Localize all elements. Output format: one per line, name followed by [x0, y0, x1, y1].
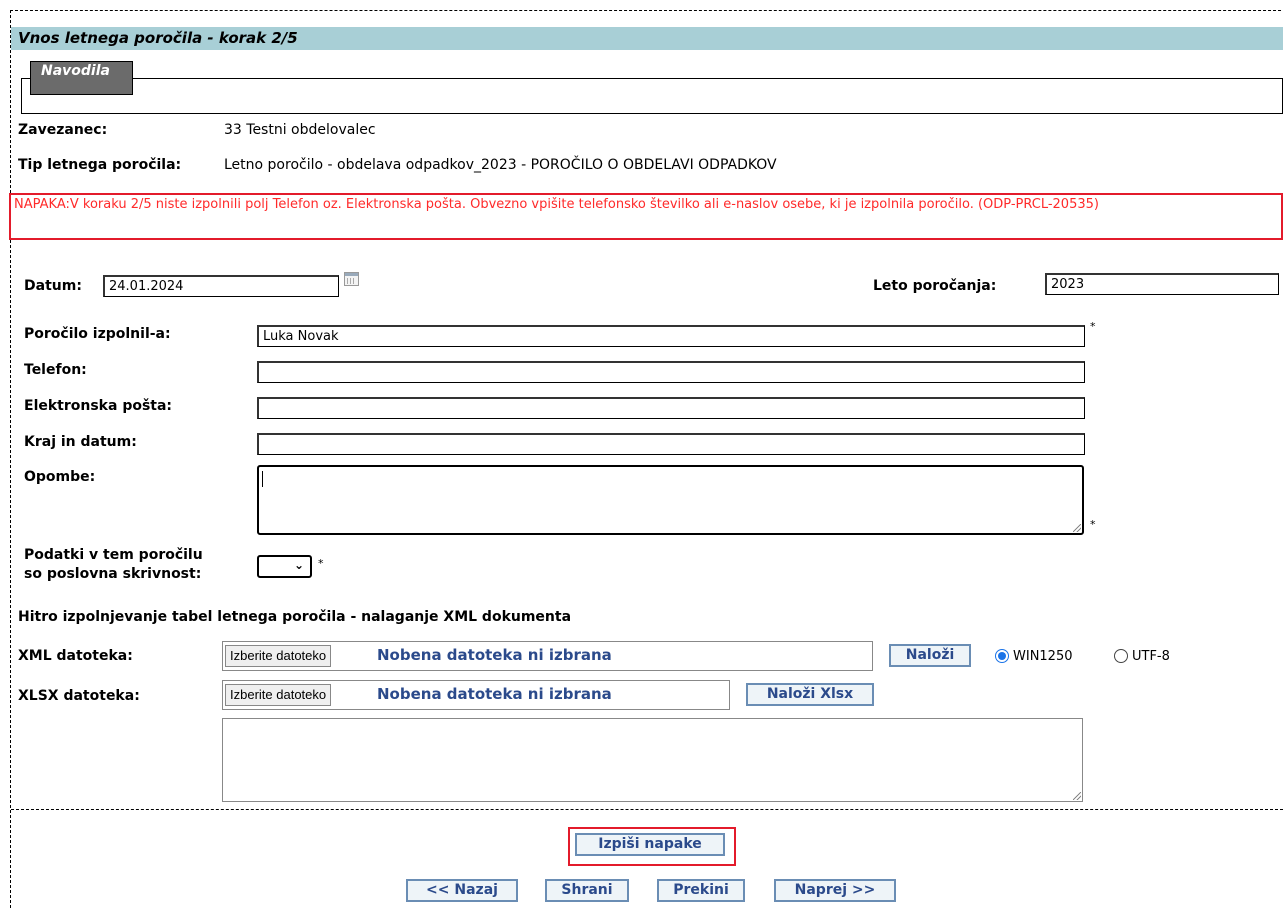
radio-win1250-label: WIN1250	[1013, 649, 1073, 664]
eposta-input[interactable]	[257, 397, 1085, 419]
prekini-button[interactable]: Prekini	[657, 879, 745, 902]
guide-tab-label: Navodila	[41, 63, 110, 79]
xlsx-no-file-text: Nobena datoteka ni izbrana	[377, 685, 612, 703]
chevron-down-icon: ⌄	[293, 558, 304, 572]
xlsx-choose-file-button[interactable]: Izberite datoteko	[225, 684, 332, 706]
separator	[11, 809, 1283, 810]
nalozi-button[interactable]: Naloži	[889, 644, 971, 667]
eposta-label: Elektronska pošta:	[24, 398, 173, 414]
text-cursor	[262, 471, 263, 487]
xml-choose-file-button[interactable]: Izberite datoteko	[225, 645, 332, 667]
skrivnost-label-line1: Podatki v tem poročilu	[24, 547, 203, 563]
nalozi-xlsx-button[interactable]: Naloži Xlsx	[746, 683, 874, 706]
xml-file-input[interactable]: Izberite datoteko Nobena datoteka ni izb…	[222, 641, 873, 671]
tip-value: Letno poročilo - obdelava odpadkov_2023 …	[224, 157, 777, 173]
xlsx-label: XLSX datoteka:	[18, 688, 140, 704]
opombe-textarea[interactable]	[257, 465, 1084, 535]
izpolnil-input[interactable]: Luka Novak	[257, 325, 1085, 347]
calendar-icon[interactable]	[344, 272, 359, 286]
page-header: Vnos letnega poročila - korak 2/5	[11, 27, 1283, 50]
guide-tab[interactable]: Navodila	[30, 61, 133, 95]
telefon-label: Telefon:	[24, 362, 87, 378]
required-mark: *	[1090, 320, 1096, 333]
naprej-button[interactable]: Naprej >>	[774, 879, 896, 902]
telefon-input[interactable]	[257, 361, 1085, 383]
page-title: Vnos letnega poročila - korak 2/5	[18, 29, 298, 47]
leto-input[interactable]: 2023	[1045, 273, 1279, 295]
upload-result-textarea[interactable]	[222, 718, 1083, 802]
error-message: NAPAKA:V koraku 2/5 niste izpolnili polj…	[14, 197, 1099, 212]
skrivnost-select[interactable]: ⌄	[257, 555, 312, 578]
nazaj-button[interactable]: << Nazaj	[406, 879, 518, 902]
datum-input[interactable]: 24.01.2024	[103, 275, 339, 297]
radio-win1250[interactable]	[995, 649, 1009, 663]
xml-label: XML datoteka:	[18, 648, 133, 664]
upload-heading: Hitro izpolnjevanje tabel letnega poroči…	[18, 609, 572, 625]
zavezanec-value: 33 Testni obdelovalec	[224, 122, 376, 138]
required-mark: *	[318, 557, 324, 570]
resize-grip-icon[interactable]	[1073, 524, 1081, 532]
shrani-button[interactable]: Shrani	[545, 879, 629, 902]
error-message-box: NAPAKA:V koraku 2/5 niste izpolnili polj…	[9, 193, 1283, 240]
kraj-label: Kraj in datum:	[24, 434, 137, 450]
zavezanec-label: Zavezanec:	[18, 122, 108, 138]
opombe-label: Opombe:	[24, 469, 96, 485]
xml-no-file-text: Nobena datoteka ni izbrana	[377, 646, 612, 664]
skrivnost-label-line2: so poslovna skrivnost:	[24, 566, 202, 582]
leto-label: Leto poročanja:	[873, 278, 997, 294]
radio-utf8-label: UTF-8	[1132, 649, 1170, 664]
guide-panel	[21, 78, 1283, 114]
tip-label: Tip letnega poročila:	[18, 157, 182, 173]
izpolnil-label: Poročilo izpolnil-a:	[24, 326, 171, 342]
resize-grip-icon[interactable]	[1073, 792, 1081, 800]
required-mark: *	[1090, 518, 1096, 531]
kraj-input[interactable]	[257, 433, 1085, 455]
xlsx-file-input[interactable]: Izberite datoteko Nobena datoteka ni izb…	[222, 680, 730, 710]
datum-label: Datum:	[24, 278, 82, 294]
izpisi-napake-button[interactable]: Izpiši napake	[575, 833, 725, 856]
radio-utf8[interactable]	[1114, 649, 1128, 663]
